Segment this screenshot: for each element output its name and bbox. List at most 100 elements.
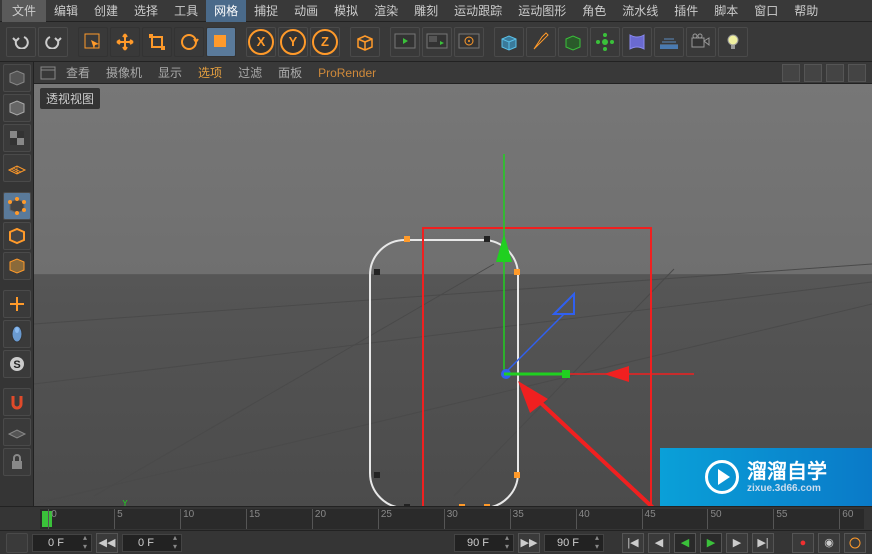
- viewport-solo-button[interactable]: S: [3, 350, 31, 378]
- generator-button[interactable]: [558, 27, 588, 57]
- current-frame-input[interactable]: [123, 537, 169, 549]
- viewport-menu-bar: 查看 摄像机 显示 选项 过滤 面板 ProRender: [34, 62, 872, 84]
- vp-nav-zoom-icon[interactable]: [804, 64, 822, 82]
- play-forward-button[interactable]: ▶: [700, 533, 722, 553]
- range-end-field[interactable]: ▴▾: [454, 534, 514, 552]
- snap-button[interactable]: [3, 388, 31, 416]
- menu-mesh[interactable]: 网格: [206, 0, 246, 22]
- goto-start-button[interactable]: |◀: [622, 533, 644, 553]
- goto-next-key-button[interactable]: ▶▶: [518, 533, 540, 553]
- menu-animate[interactable]: 动画: [286, 0, 326, 22]
- autokey-button[interactable]: ◉: [818, 533, 840, 553]
- texture-mode-button[interactable]: [3, 124, 31, 152]
- render-picture-button[interactable]: [422, 27, 452, 57]
- vp-menu-prorender[interactable]: ProRender: [312, 64, 382, 82]
- menu-motion-track[interactable]: 运动跟踪: [446, 0, 510, 22]
- timeline-tick: 50: [707, 509, 721, 529]
- step-back-button[interactable]: ◀: [648, 533, 670, 553]
- menu-tools[interactable]: 工具: [166, 0, 206, 22]
- render-settings-button[interactable]: [454, 27, 484, 57]
- workplane-button[interactable]: [3, 418, 31, 446]
- menu-file[interactable]: 文件: [2, 0, 46, 22]
- current-frame-field[interactable]: ▴▾: [122, 534, 182, 552]
- timeline-tick: 30: [444, 509, 458, 529]
- menu-pipeline[interactable]: 流水线: [614, 0, 666, 22]
- play-backward-button[interactable]: ◀: [674, 533, 696, 553]
- recent-tool[interactable]: [206, 27, 236, 57]
- perspective-viewport[interactable]: Y X Z 间距: 100: [34, 84, 872, 506]
- model-mode-button[interactable]: [3, 94, 31, 122]
- timeline-track[interactable]: 0 5 10 15 20 25 30 35 40 45 50 55 60: [40, 509, 864, 529]
- rotate-tool[interactable]: [174, 27, 204, 57]
- range-start-field[interactable]: ▴▾: [32, 534, 92, 552]
- camera-button[interactable]: [686, 27, 716, 57]
- points-mode-button[interactable]: [3, 192, 31, 220]
- vp-menu-filter[interactable]: 过滤: [232, 62, 268, 83]
- menu-plugins[interactable]: 插件: [666, 0, 706, 22]
- menu-script[interactable]: 脚本: [706, 0, 746, 22]
- viewport-name-label: 透视视图: [40, 88, 100, 109]
- vp-menu-camera[interactable]: 摄像机: [100, 62, 148, 83]
- scale-tool[interactable]: [142, 27, 172, 57]
- menu-simulate[interactable]: 模拟: [326, 0, 366, 22]
- environment-button[interactable]: [654, 27, 684, 57]
- goto-end-button[interactable]: ▶|: [752, 533, 774, 553]
- timeline-ruler[interactable]: 0 5 10 15 20 25 30 35 40 45 50 55 60: [0, 506, 872, 530]
- menu-select[interactable]: 选择: [126, 0, 166, 22]
- polygons-mode-button[interactable]: [3, 252, 31, 280]
- record-key-button[interactable]: ●: [792, 533, 814, 553]
- menu-create[interactable]: 创建: [86, 0, 126, 22]
- viewport-menu-icon[interactable]: [40, 66, 56, 80]
- project-end-input[interactable]: [545, 537, 591, 549]
- step-forward-button[interactable]: ▶: [726, 533, 748, 553]
- redo-button[interactable]: [38, 27, 68, 57]
- menu-help[interactable]: 帮助: [786, 0, 826, 22]
- menu-sculpt[interactable]: 雕刻: [406, 0, 446, 22]
- coord-system-button[interactable]: [350, 27, 380, 57]
- vp-menu-display[interactable]: 显示: [152, 62, 188, 83]
- vp-menu-view[interactable]: 查看: [60, 62, 96, 83]
- spline-pen-button[interactable]: [526, 27, 556, 57]
- make-editable-button[interactable]: [3, 64, 31, 92]
- undo-button[interactable]: [6, 27, 36, 57]
- vp-nav-layout-icon[interactable]: [848, 64, 866, 82]
- move-tool[interactable]: [110, 27, 140, 57]
- axis-x-button[interactable]: X: [246, 27, 276, 57]
- vp-nav-move-icon[interactable]: [782, 64, 800, 82]
- render-view-button[interactable]: [390, 27, 420, 57]
- key-dope-button[interactable]: [6, 533, 28, 553]
- vp-menu-options[interactable]: 选项: [192, 62, 228, 83]
- menu-character[interactable]: 角色: [574, 0, 614, 22]
- axis-modification-button[interactable]: [3, 290, 31, 318]
- deformer-button[interactable]: [622, 27, 652, 57]
- main-menu-bar: 文件 编辑 创建 选择 工具 网格 捕捉 动画 模拟 渲染 雕刻 运动跟踪 运动…: [0, 0, 872, 22]
- axis-z-button[interactable]: Z: [310, 27, 340, 57]
- watermark-badge: 溜溜自学 zixue.3d66.com: [660, 448, 872, 506]
- move-gizmo-icon[interactable]: [424, 144, 704, 404]
- viewport-area: 查看 摄像机 显示 选项 过滤 面板 ProRender: [34, 62, 872, 506]
- range-end-input[interactable]: [455, 537, 501, 549]
- menu-snap[interactable]: 捕捉: [246, 0, 286, 22]
- range-start-input[interactable]: [33, 537, 79, 549]
- tweak-mode-button[interactable]: [3, 320, 31, 348]
- menu-edit[interactable]: 编辑: [46, 0, 86, 22]
- primitive-button[interactable]: [494, 27, 524, 57]
- lock-button[interactable]: [3, 448, 31, 476]
- menu-window[interactable]: 窗口: [746, 0, 786, 22]
- workplane-mode-button[interactable]: [3, 154, 31, 182]
- left-tool-palette: S: [0, 62, 34, 506]
- menu-mograph[interactable]: 运动图形: [510, 0, 574, 22]
- workspace: S 查看 摄像机 显示 选项 过滤 面板 ProRender: [0, 62, 872, 506]
- live-selection-tool[interactable]: [78, 27, 108, 57]
- keyframe-selection-button[interactable]: [844, 533, 866, 553]
- timeline-tick: 20: [312, 509, 326, 529]
- edges-mode-button[interactable]: [3, 222, 31, 250]
- vp-nav-rotate-icon[interactable]: [826, 64, 844, 82]
- light-button[interactable]: [718, 27, 748, 57]
- axis-y-button[interactable]: Y: [278, 27, 308, 57]
- project-end-field[interactable]: ▴▾: [544, 534, 604, 552]
- vp-menu-panel[interactable]: 面板: [272, 62, 308, 83]
- array-button[interactable]: [590, 27, 620, 57]
- menu-render[interactable]: 渲染: [366, 0, 406, 22]
- goto-prev-key-button[interactable]: ◀◀: [96, 533, 118, 553]
